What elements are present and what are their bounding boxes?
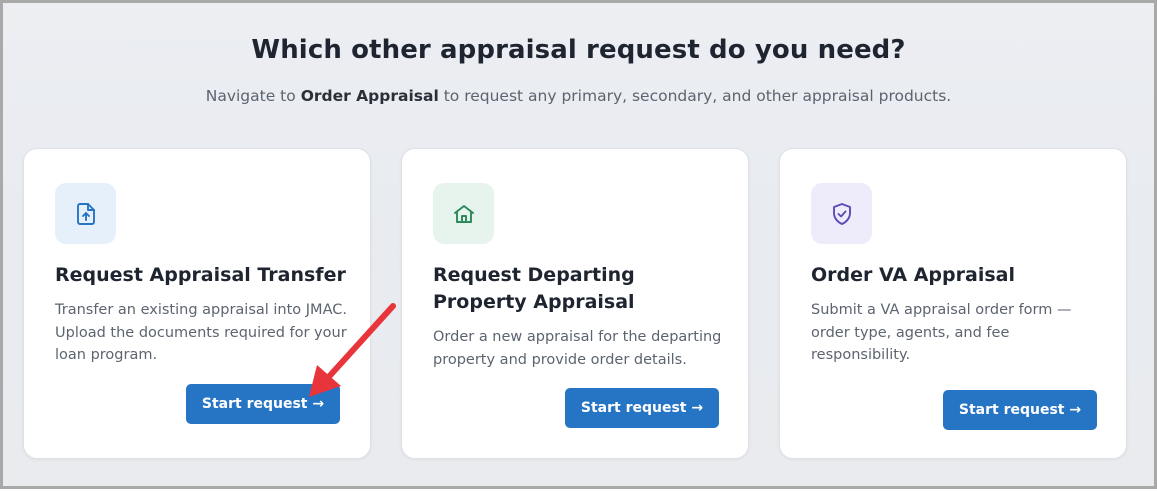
order-appraisal-link[interactable]: Order Appraisal [301, 87, 439, 105]
card-va-appraisal: Order VA Appraisal Submit a VA appraisal… [779, 148, 1127, 459]
card-departing-property: Request Departing Property Appraisal Ord… [401, 148, 749, 459]
page-frame: Which other appraisal request do you nee… [0, 0, 1157, 489]
page-subtitle: Navigate to Order Appraisal to request a… [3, 87, 1154, 105]
card-title: Request Departing Property Appraisal [433, 264, 635, 313]
start-request-button[interactable]: Start request → [186, 384, 340, 424]
subtitle-suffix: to request any primary, secondary, and o… [443, 87, 952, 105]
card-description: Transfer an existing appraisal into JMAC… [55, 302, 347, 363]
card-description: Submit a VA appraisal order form — order… [811, 302, 1072, 363]
shield-check-icon [811, 183, 872, 244]
page-title: Which other appraisal request do you nee… [251, 35, 906, 65]
card-title: Request Appraisal Transfer [55, 264, 346, 286]
card-appraisal-transfer: Request Appraisal Transfer Transfer an e… [23, 148, 371, 459]
start-request-button[interactable]: Start request → [565, 388, 719, 428]
card-description: Order a new appraisal for the departing … [433, 329, 722, 368]
home-icon [433, 183, 494, 244]
file-upload-icon [55, 183, 116, 244]
start-request-button[interactable]: Start request → [943, 390, 1097, 430]
subtitle-prefix: Navigate to [205, 87, 296, 105]
card-title: Order VA Appraisal [811, 264, 1015, 286]
